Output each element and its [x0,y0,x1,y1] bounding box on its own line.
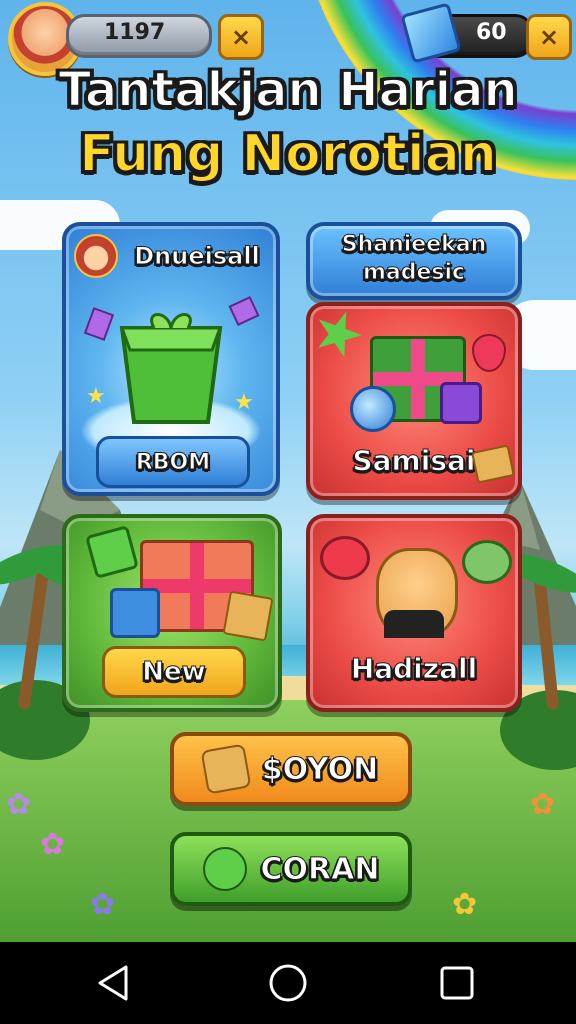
green-pouch-icon [202,847,247,891]
gem-count: 60 [476,20,507,45]
orange-action-button[interactable]: $OYON [170,732,412,806]
close-icon: × [230,23,252,51]
green-glove-icon [462,540,512,584]
shirt-icon [384,610,444,638]
card-bundle[interactable]: Samisai [306,302,522,500]
card-special-label-line1: Shanieekan [341,232,487,258]
close-icon: × [538,23,560,51]
crystal-icon [228,295,260,327]
sparkle-icon: ★ [234,390,254,415]
green-action-button[interactable]: CORAN [170,832,412,906]
claim-button-label: RBOM [135,449,211,475]
star-badge-icon [307,303,369,365]
cash-icon [200,743,252,795]
page-subtitle: Fung Norotian [78,123,498,185]
gift-box-icon [440,382,482,424]
page-title: Tantakjan Harian [57,61,518,119]
back-button[interactable] [88,960,138,1006]
emerald-icon [85,525,139,579]
home-icon [269,964,307,1002]
system-navigation-bar [0,942,576,1024]
flower-icon: ✿ [6,787,32,822]
green-action-label: CORAN [260,851,380,887]
gift-box-icon [110,588,160,638]
card-hadizall-label: Hadizall [350,652,478,686]
flower-icon: ✿ [40,827,66,862]
recents-button[interactable] [432,960,482,1006]
new-button[interactable]: New [102,646,246,698]
orange-action-label: $OYON [261,751,379,787]
green-gift-icon [119,313,223,424]
red-glove-icon [320,536,370,580]
coin-count: 1197 [104,20,166,45]
card-hadizall[interactable]: Hadizall [306,514,522,712]
sparkle-icon: ★ [86,384,106,409]
recents-icon [440,966,474,1000]
back-icon [98,965,128,1001]
potion-icon [350,386,396,432]
flower-icon: ✿ [452,887,478,922]
card-daily[interactable]: Dnueisall ★ ★ RBOM [62,222,280,496]
new-button-label: New [142,657,206,688]
card-new[interactable]: New [62,514,282,712]
home-button[interactable] [263,960,313,1006]
card-special[interactable]: Shanieekan madesic [306,222,522,300]
flower-icon: ✿ [530,787,556,822]
cash-icon [471,444,515,484]
card-daily-label: Dnueisall [134,242,261,271]
cash-icon [222,590,274,642]
claim-button[interactable]: RBOM [96,436,250,488]
gem-add-button[interactable]: × [526,14,572,60]
coin-add-button[interactable]: × [218,14,264,60]
flower-icon: ✿ [90,887,116,922]
strawberry-icon [472,334,506,372]
crystal-icon [83,307,115,341]
card-special-label-line2: madesic [362,260,466,286]
